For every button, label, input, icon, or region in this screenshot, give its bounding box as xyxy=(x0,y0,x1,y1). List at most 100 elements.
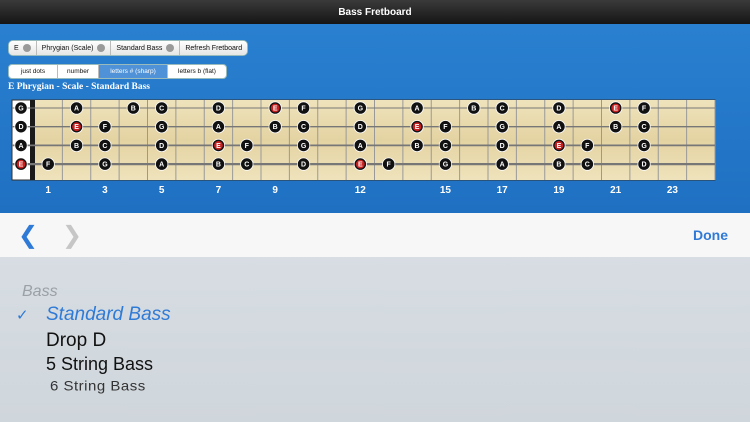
nut xyxy=(30,100,35,180)
fret-number: 1 xyxy=(45,185,51,196)
fret-number: 17 xyxy=(497,185,509,196)
note-marker: B xyxy=(69,138,84,153)
note-marker: F xyxy=(240,138,254,153)
note-label: D xyxy=(18,124,23,131)
picker-option[interactable]: Drop D xyxy=(46,330,106,352)
note-label: E xyxy=(74,124,79,131)
note-marker: C xyxy=(296,120,311,134)
note-label: B xyxy=(415,143,420,150)
note-marker: D xyxy=(353,120,367,134)
note-label: A xyxy=(358,143,363,150)
root-note-marker: E xyxy=(410,120,424,134)
tuning-selector[interactable]: Standard Bass xyxy=(111,41,181,55)
note-label: A xyxy=(216,124,221,131)
note-label: F xyxy=(46,162,51,169)
display-mode-control: just dots number letters # (sharp) lette… xyxy=(8,64,227,79)
note-marker: B xyxy=(211,157,226,171)
navigation-bar: ❮ ❯ Done xyxy=(0,213,750,258)
note-label: E xyxy=(557,143,562,150)
note-marker: A xyxy=(211,120,226,134)
picker-option-selected[interactable]: Standard Bass xyxy=(46,304,171,326)
note-marker: A xyxy=(69,101,84,115)
note-label: B xyxy=(471,106,476,113)
note-label: C xyxy=(301,124,306,131)
fret-number: 3 xyxy=(102,185,108,196)
scale-heading: E Phrygian - Scale - Standard Bass xyxy=(8,82,150,92)
note-label: A xyxy=(18,143,23,150)
note-label: A xyxy=(159,162,164,169)
note-label: F xyxy=(387,162,392,169)
note-label: C xyxy=(244,162,249,169)
note-label: E xyxy=(19,162,24,169)
fret-number: 15 xyxy=(440,185,452,196)
note-label: B xyxy=(273,124,278,131)
note-label: B xyxy=(613,124,618,131)
tuning-picker: Bass ✓ Standard Bass Drop D 5 String Bas… xyxy=(0,257,750,422)
note-label: G xyxy=(641,143,647,150)
mode-number[interactable]: number xyxy=(58,65,99,78)
refresh-fretboard-button[interactable]: Refresh Fretboard xyxy=(180,41,248,55)
dropdown-indicator-icon xyxy=(22,44,31,52)
fret-number: 7 xyxy=(216,185,222,196)
note-marker: G xyxy=(14,101,28,115)
picker-option[interactable]: 5 String Bass xyxy=(46,354,153,375)
note-label: G xyxy=(102,162,108,169)
note-label: G xyxy=(358,106,364,113)
note-label: E xyxy=(613,106,618,113)
fret-number: 9 xyxy=(272,185,278,196)
scale-selector[interactable]: Phrygian (Scale) xyxy=(36,41,112,55)
note-label: C xyxy=(443,143,448,150)
note-marker: F xyxy=(580,138,594,153)
note-marker: G xyxy=(155,120,169,134)
note-label: B xyxy=(74,143,79,150)
note-marker: A xyxy=(495,157,509,171)
note-marker: D xyxy=(155,138,169,153)
note-label: F xyxy=(245,143,250,150)
note-label: C xyxy=(642,124,647,131)
note-marker: B xyxy=(126,101,140,115)
key-selector[interactable]: E xyxy=(9,41,37,55)
note-label: B xyxy=(556,162,561,169)
refresh-label: Refresh Fretboard xyxy=(185,44,243,52)
mode-letters-flat[interactable]: letters b (flat) xyxy=(168,65,226,78)
note-marker: A xyxy=(410,101,424,115)
mode-label: number xyxy=(66,68,90,75)
key-label: E xyxy=(14,44,19,52)
note-label: A xyxy=(500,162,505,169)
fret-number: 5 xyxy=(159,185,165,196)
note-marker: A xyxy=(14,138,28,153)
app-title: Bass Fretboard xyxy=(338,6,412,18)
mode-label: letters b (flat) xyxy=(178,68,216,75)
note-marker: F xyxy=(382,157,396,171)
mode-label: letters # (sharp) xyxy=(110,68,156,75)
picker-option[interactable]: 6 String Bass xyxy=(50,379,146,394)
mode-letters-sharp[interactable]: letters # (sharp) xyxy=(99,65,168,78)
note-marker: C xyxy=(438,138,453,153)
root-note-marker: E xyxy=(353,157,367,171)
picker-group-header: Bass xyxy=(22,283,58,300)
root-note-marker: E xyxy=(268,101,282,115)
note-marker: G xyxy=(296,138,311,153)
root-note-marker: E xyxy=(211,138,226,153)
note-marker: D xyxy=(296,157,311,171)
done-button[interactable]: Done xyxy=(693,227,728,243)
mode-just-dots[interactable]: just dots xyxy=(9,65,58,78)
note-label: E xyxy=(358,162,363,169)
note-label: B xyxy=(216,162,221,169)
note-marker: G xyxy=(353,101,367,115)
note-marker: B xyxy=(552,157,566,171)
chevron-left-icon[interactable]: ❮ xyxy=(18,223,38,247)
note-marker: B xyxy=(467,101,481,115)
note-label: G xyxy=(18,106,24,113)
note-marker: B xyxy=(609,120,623,134)
note-marker: B xyxy=(268,120,282,134)
note-label: A xyxy=(74,106,79,113)
note-marker: D xyxy=(14,120,28,134)
chevron-right-icon[interactable]: ❯ xyxy=(62,223,82,247)
note-marker: F xyxy=(637,101,651,115)
note-label: D xyxy=(500,143,505,150)
note-marker: D xyxy=(211,101,226,115)
note-label: D xyxy=(301,162,306,169)
note-label: B xyxy=(131,106,136,113)
note-label: F xyxy=(301,106,306,113)
